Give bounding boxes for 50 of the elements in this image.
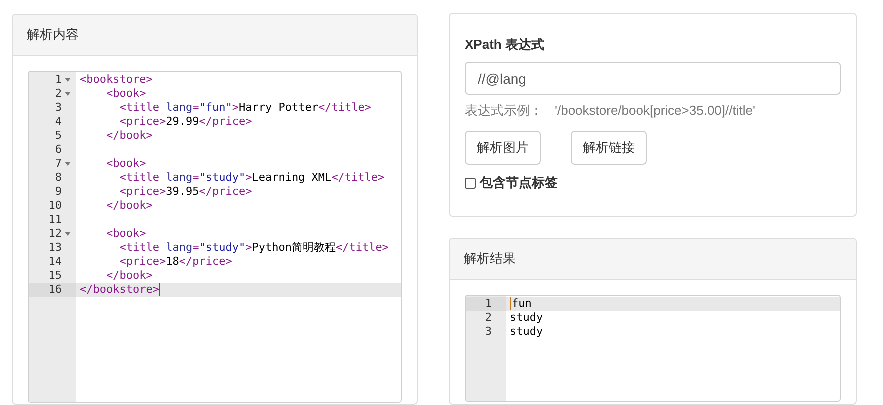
xpath-input-field[interactable]: //@lang <box>465 62 841 95</box>
code-line: <bookstore> <box>80 73 153 87</box>
panel-title: 解析内容 <box>27 26 79 44</box>
text-cursor <box>159 283 160 296</box>
field-label: XPath 表达式 <box>465 36 544 54</box>
code-line: fun <box>512 297 532 311</box>
line-number: 13 <box>48 241 62 255</box>
line-number: 2 <box>485 311 492 325</box>
code-line: </bookstore> <box>80 283 160 297</box>
line-number: 7 <box>55 157 62 171</box>
checkbox[interactable] <box>465 178 476 188</box>
line-number: 16 <box>48 283 62 297</box>
code-line: <book> <box>105 157 146 171</box>
parse-button[interactable]: 解析图片 <box>465 131 541 165</box>
code-line: <price>39.95</price> <box>118 185 252 199</box>
line-number: 10 <box>48 199 62 213</box>
line-number: 5 <box>55 129 62 143</box>
line-number: 12 <box>48 227 62 241</box>
code-line: <book> <box>105 227 146 241</box>
panel-title: 解析结果 <box>464 250 516 268</box>
code-line: <price>18</price> <box>118 255 232 269</box>
line-number: 1 <box>55 73 62 87</box>
code-line: </book> <box>105 129 153 143</box>
line-number: 4 <box>55 115 62 129</box>
checkbox-label[interactable]: 包含节点标签 <box>480 174 558 192</box>
line-number: 9 <box>55 185 62 199</box>
code-line: <price>29.99</price> <box>118 115 252 129</box>
example-expression: '/bookstore/book[price>35.00]//title' <box>555 103 756 119</box>
code-line: <title lang="fun">Harry Potter</title> <box>118 101 372 115</box>
parse-button[interactable]: 解析链接 <box>571 131 647 165</box>
line-number: 2 <box>55 87 62 101</box>
line-number: 3 <box>55 101 62 115</box>
code-editor[interactable]: 1 2 3 fun study study <box>465 295 841 402</box>
code-line: study <box>510 311 544 325</box>
code-editor[interactable] <box>28 71 402 403</box>
text-cursor <box>510 297 511 310</box>
code-line: <title lang="study">Python简明教程</title> <box>118 241 389 255</box>
line-number: 1 <box>485 297 492 311</box>
hint-label: 表达式示例： <box>465 103 543 119</box>
line-number: 14 <box>48 255 62 269</box>
code-line: <book> <box>105 87 146 101</box>
line-number: 8 <box>55 171 62 185</box>
line-number: 3 <box>485 325 492 339</box>
code-line: </book> <box>105 199 153 213</box>
line-number: 15 <box>48 269 62 283</box>
code-line: <title lang="study">Learning XML</title> <box>118 171 385 185</box>
line-number: 11 <box>48 213 62 227</box>
code-line: study <box>510 325 544 339</box>
code-line: </book> <box>105 269 153 283</box>
line-number: 6 <box>55 143 62 157</box>
